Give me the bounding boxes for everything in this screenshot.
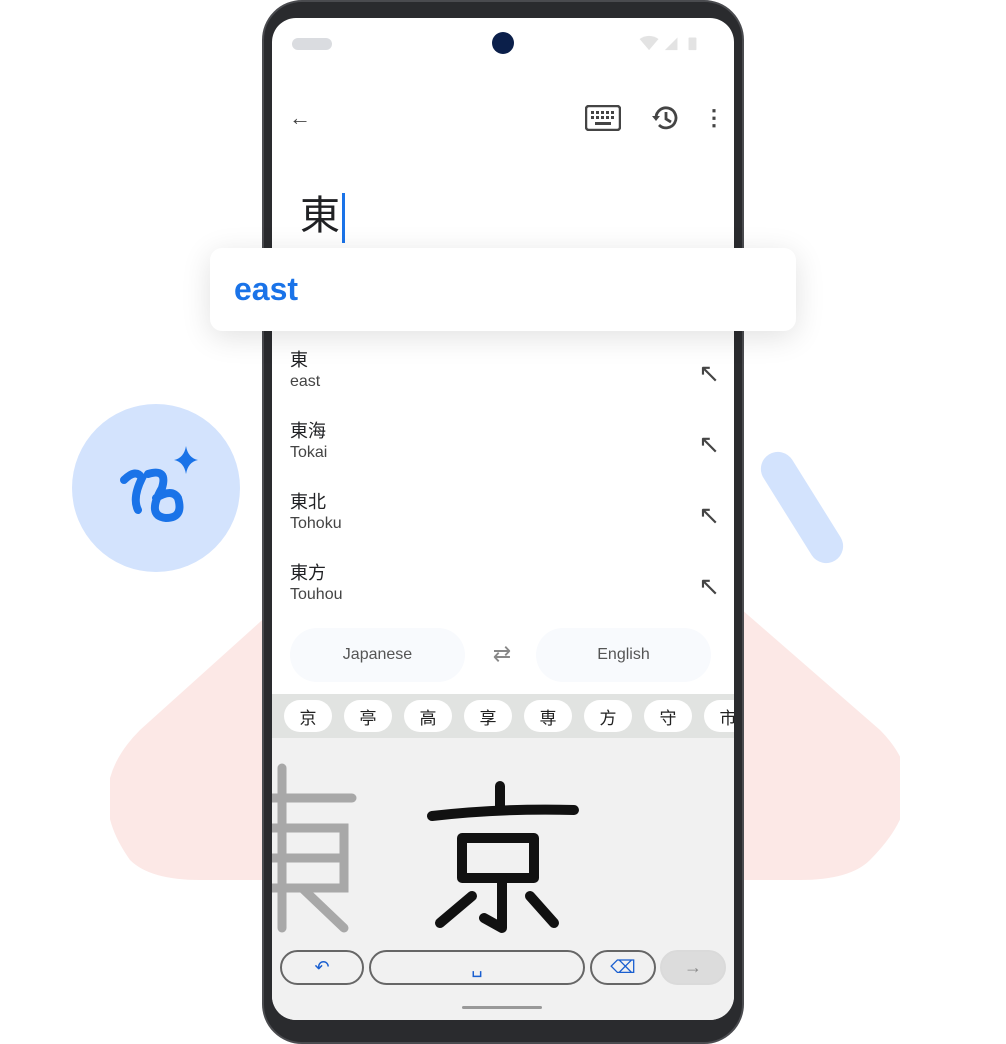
candidate-chip[interactable]: 高: [404, 700, 452, 732]
keyboard-icon[interactable]: [584, 104, 622, 132]
front-camera: [492, 32, 514, 54]
enter-button[interactable]: →: [660, 950, 726, 985]
signal-battery-icon: [638, 32, 698, 54]
target-language-button[interactable]: English: [536, 628, 711, 682]
back-arrow-icon[interactable]: ←: [286, 104, 314, 132]
suggestion-reading: east: [290, 373, 321, 390]
home-indicator: [462, 1006, 542, 1009]
swap-languages-icon[interactable]: ⇄: [486, 640, 518, 668]
more-vert-icon[interactable]: ⋮: [703, 104, 725, 132]
suggestion-kanji: 東: [290, 350, 308, 370]
status-indicator: [292, 38, 332, 50]
history-icon[interactable]: [650, 102, 682, 134]
undo-icon: ↶: [314, 957, 330, 977]
top-suggestion-text: east: [234, 271, 299, 307]
backspace-icon: ⌫: [610, 957, 636, 977]
suggestion-kanji: 東北: [290, 492, 326, 512]
handwriting-logo: [72, 404, 240, 572]
suggestion-reading: Touhou: [290, 586, 343, 603]
handwriting-sparkle-icon: [120, 446, 198, 523]
arrow-right-icon: →: [684, 957, 702, 977]
backspace-button[interactable]: ⌫: [590, 950, 656, 985]
top-suggestion-card[interactable]: east: [210, 248, 796, 331]
insert-arrow-icon[interactable]: ↖: [698, 500, 720, 531]
insert-arrow-icon[interactable]: ↖: [698, 571, 720, 602]
source-language-button[interactable]: Japanese: [290, 628, 465, 682]
candidate-chip[interactable]: 亭: [344, 700, 392, 732]
phone-screen: ← ⋮ 東 東 east ↖ 東海 Tokai ↖ 東北 Tohoku ↖ 東方 Touhou…: [272, 18, 734, 1020]
insert-arrow-icon[interactable]: ↖: [698, 358, 720, 389]
candidate-chip[interactable]: 方: [584, 700, 632, 732]
query-text: 東: [300, 194, 340, 238]
text-cursor: [342, 193, 345, 244]
suggestion-reading: Tohoku: [290, 515, 342, 532]
candidate-chip[interactable]: 守: [644, 700, 692, 732]
suggestion-item[interactable]: 東 east ↖: [290, 346, 720, 412]
undo-button[interactable]: ↶: [280, 950, 364, 985]
space-bar-icon: ␣: [471, 957, 483, 977]
insert-arrow-icon[interactable]: ↖: [698, 429, 720, 460]
candidate-bar: 京 亭 高 享 専 方 守 市: [272, 694, 734, 738]
search-input[interactable]: 東: [300, 183, 345, 244]
suggestion-item[interactable]: 東海 Tokai ↖: [290, 417, 720, 483]
suggestion-reading: Tokai: [290, 444, 328, 461]
suggestion-item[interactable]: 東北 Tohoku ↖: [290, 488, 720, 554]
candidate-chip[interactable]: 享: [464, 700, 512, 732]
suggestion-item[interactable]: 東方 Touhou ↖: [290, 559, 720, 625]
suggestion-kanji: 東海: [290, 421, 326, 441]
space-button[interactable]: ␣: [369, 950, 585, 985]
current-stroke-character: [427, 781, 579, 933]
previous-stroke-character: [272, 763, 357, 933]
suggestion-kanji: 東方: [290, 563, 326, 583]
candidate-chip[interactable]: 京: [284, 700, 332, 732]
candidate-chip[interactable]: 専: [524, 700, 572, 732]
candidate-chip[interactable]: 市: [704, 700, 734, 732]
